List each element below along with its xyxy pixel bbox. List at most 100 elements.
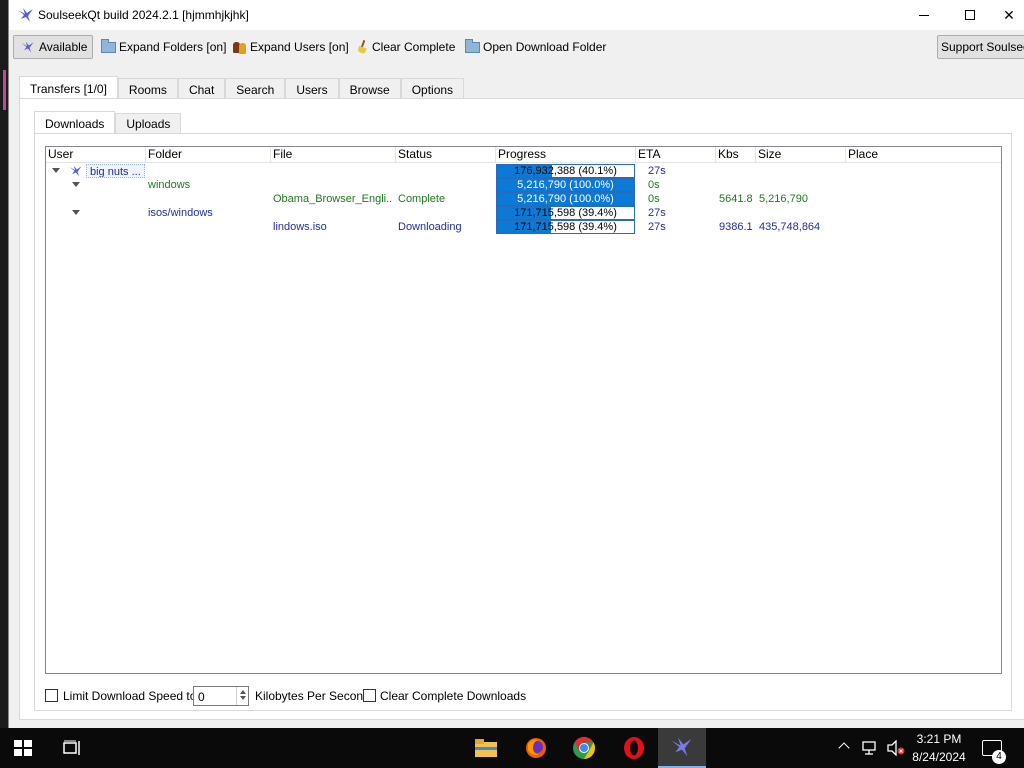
limit-download-speed-checkbox[interactable] xyxy=(45,689,58,702)
expand-folders-button[interactable]: Expand Folders [on] xyxy=(101,35,226,59)
tab-browse[interactable]: Browse xyxy=(338,78,401,100)
progress-bar: 171,715,598 (39.4%) xyxy=(496,220,635,234)
table-row[interactable]: lindows.iso Downloading 171,715,598 (39.… xyxy=(46,220,1001,234)
open-download-folder-button[interactable]: Open Download Folder xyxy=(465,35,606,59)
kilobytes-per-second-label: Kilobytes Per Second xyxy=(255,689,370,703)
kbs-value: 5641.8 xyxy=(719,193,753,205)
tab-rooms[interactable]: Rooms xyxy=(117,78,178,100)
table-row[interactable]: big nuts ... 176,932,388 (40.1%) 27s xyxy=(46,164,1001,178)
soulseek-bird-icon xyxy=(21,41,34,53)
minimize-icon xyxy=(919,14,929,16)
collapse-chevron-icon[interactable] xyxy=(52,168,60,173)
column-file[interactable]: File xyxy=(271,147,396,163)
eta-value: 27s xyxy=(648,221,666,233)
eta-value: 27s xyxy=(648,207,666,219)
progress-text: 5,216,790 (100.0%) xyxy=(517,193,614,205)
limit-download-speed-label: Limit Download Speed to xyxy=(63,689,197,703)
collapse-chevron-icon[interactable] xyxy=(72,182,80,187)
support-soulseek-button[interactable]: Support Soulseek xyxy=(937,35,1024,59)
close-button[interactable]: ✕ xyxy=(993,0,1024,30)
file-name: lindows.iso xyxy=(273,221,327,233)
size-value: 5,216,790 xyxy=(759,193,808,205)
file-explorer-taskbar-button[interactable] xyxy=(462,728,510,768)
download-speed-value: 0 xyxy=(198,690,205,704)
windows-start-icon[interactable] xyxy=(14,740,32,756)
clear-complete-downloads-checkbox[interactable] xyxy=(363,689,376,702)
firefox-taskbar-button[interactable] xyxy=(512,728,560,768)
tab-users[interactable]: Users xyxy=(285,78,339,100)
tree-header: User Folder File Status Progress ETA Kbs… xyxy=(46,147,1001,163)
progress-text: 5,216,790 (100.0%) xyxy=(517,179,614,191)
available-button[interactable]: Available xyxy=(13,35,93,59)
soulseek-taskbar-button[interactable] xyxy=(658,728,706,768)
show-hidden-icons-chevron-icon[interactable] xyxy=(838,742,850,754)
title-bar: SoulseekQt build 2024.2.1 [hjmmhjkjhk] ✕ xyxy=(9,0,1024,30)
download-speed-spinbox[interactable]: 0 xyxy=(193,686,249,706)
column-folder[interactable]: Folder xyxy=(146,147,271,163)
desktop-edge xyxy=(0,0,8,728)
column-progress[interactable]: Progress xyxy=(496,147,636,163)
soulseek-bird-icon xyxy=(69,165,82,177)
status-value: Downloading xyxy=(398,221,462,233)
main-frame: Transfers [1/0] Rooms Chat Search Users … xyxy=(19,76,1024,728)
minimize-button[interactable] xyxy=(901,0,947,30)
opera-icon xyxy=(624,737,644,759)
column-size[interactable]: Size xyxy=(756,147,846,163)
downloads-panel: User Folder File Status Progress ETA Kbs… xyxy=(34,133,1012,711)
spin-up-icon[interactable] xyxy=(239,690,246,694)
column-kbs[interactable]: Kbs xyxy=(716,147,756,163)
clock-date[interactable]: 8/24/2024 xyxy=(908,750,970,764)
progress-text: 176,932,388 (40.1%) xyxy=(514,165,617,177)
tab-options[interactable]: Options xyxy=(400,78,465,100)
progress-bar: 5,216,790 (100.0%) xyxy=(496,192,635,206)
task-view-icon[interactable] xyxy=(62,740,82,756)
column-user[interactable]: User xyxy=(46,147,146,163)
column-eta[interactable]: ETA xyxy=(636,147,716,163)
notification-count-badge: 4 xyxy=(992,750,1006,764)
downloads-tree[interactable]: User Folder File Status Progress ETA Kbs… xyxy=(45,146,1002,674)
progress-bar: 176,932,388 (40.1%) xyxy=(496,164,635,178)
spin-down-icon[interactable] xyxy=(239,696,246,700)
available-label: Available xyxy=(39,40,88,54)
open-download-folder-label: Open Download Folder xyxy=(483,40,607,54)
toolbar: Available Expand Folders [on] Expand Use… xyxy=(9,32,1024,62)
broom-icon xyxy=(357,40,369,54)
status-value: Complete xyxy=(398,193,446,205)
clock-time[interactable]: 3:21 PM xyxy=(910,732,968,746)
progress-bar: 171,715,598 (39.4%) xyxy=(496,206,635,220)
collapse-chevron-icon[interactable] xyxy=(72,210,80,215)
expand-users-button[interactable]: Expand Users [on] xyxy=(233,35,349,59)
chrome-taskbar-button[interactable] xyxy=(560,728,608,768)
firefox-icon xyxy=(526,738,546,758)
expand-users-label: Expand Users [on] xyxy=(250,40,349,54)
file-name: Obama_Browser_Engli... xyxy=(273,193,393,205)
volume-muted-icon[interactable] xyxy=(886,740,906,756)
maximize-button[interactable] xyxy=(947,0,993,30)
soulseek-bird-icon xyxy=(671,737,692,757)
tab-search[interactable]: Search xyxy=(225,78,286,100)
table-row[interactable]: Obama_Browser_Engli... Complete 5,216,79… xyxy=(46,192,1001,206)
folder-name: isos/windows xyxy=(148,207,213,219)
transfers-panel: Downloads Uploads User Folder File Statu… xyxy=(19,98,1024,720)
windows-taskbar: 3:21 PM 8/24/2024 4 xyxy=(0,728,1024,768)
folder-name: windows xyxy=(148,179,191,191)
tab-transfers[interactable]: Transfers [1/0] xyxy=(19,76,118,100)
user-name: big nuts ... xyxy=(86,164,145,178)
network-icon[interactable] xyxy=(862,740,880,756)
column-status[interactable]: Status xyxy=(396,147,496,163)
column-place[interactable]: Place xyxy=(846,147,1001,163)
eta-value: 0s xyxy=(648,179,660,191)
opera-taskbar-button[interactable] xyxy=(610,728,658,768)
spin-arrows[interactable] xyxy=(236,687,248,705)
folder-icon xyxy=(101,38,116,53)
tab-downloads[interactable]: Downloads xyxy=(34,111,116,135)
table-row[interactable]: isos/windows 171,715,598 (39.4%) 27s xyxy=(46,206,1001,220)
tab-uploads[interactable]: Uploads xyxy=(115,113,182,133)
eta-value: 0s xyxy=(648,193,660,205)
close-icon: ✕ xyxy=(1003,6,1015,23)
tab-chat[interactable]: Chat xyxy=(177,78,226,100)
file-explorer-icon xyxy=(475,739,497,757)
clear-complete-button[interactable]: Clear Complete xyxy=(357,35,455,59)
table-row[interactable]: windows 5,216,790 (100.0%) 0s xyxy=(46,178,1001,192)
users-icon xyxy=(233,41,247,54)
